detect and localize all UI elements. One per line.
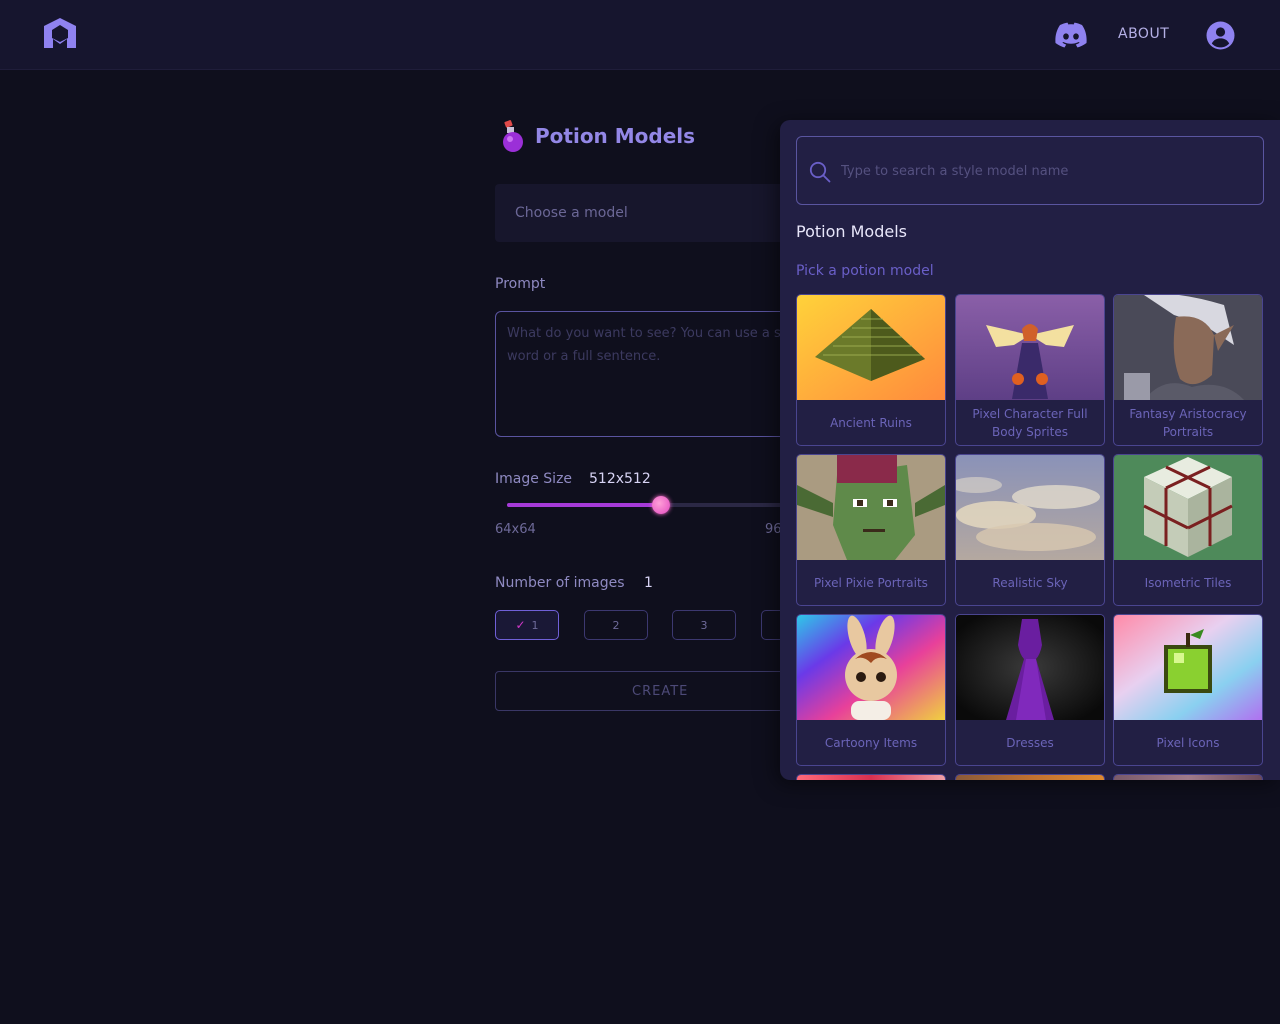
- model-name: Isometric Tiles: [1144, 576, 1232, 590]
- model-picker-popover: Potion Models Pick a potion model Ancien…: [780, 120, 1280, 780]
- popover-title: Potion Models: [796, 222, 907, 241]
- num-images-value: 1: [644, 575, 653, 591]
- page-title: Potion Models: [535, 124, 696, 148]
- model-thumbnail: [1114, 775, 1262, 780]
- count-option-1[interactable]: ✓ 1: [495, 610, 559, 640]
- search-input[interactable]: [841, 157, 1241, 185]
- model-card[interactable]: Pixel Icons: [1113, 614, 1263, 766]
- model-card[interactable]: Fantasy Aristocracy Portraits: [1113, 294, 1263, 446]
- model-name: Cartoony Items: [824, 736, 918, 750]
- model-select[interactable]: Choose a model: [495, 184, 825, 242]
- model-name: Fantasy Aristocracy Portraits: [1129, 407, 1247, 439]
- model-card[interactable]: [1113, 774, 1263, 780]
- popover-subtitle: Pick a potion model: [796, 263, 934, 279]
- create-button[interactable]: CREATE: [495, 671, 825, 711]
- model-search[interactable]: [796, 136, 1264, 205]
- model-thumbnail: [956, 615, 1104, 720]
- model-card[interactable]: Dresses: [955, 614, 1105, 766]
- count-option-label: 2: [612, 618, 620, 632]
- model-card[interactable]: Cartoony Items: [796, 614, 946, 766]
- model-card[interactable]: [955, 774, 1105, 780]
- account-icon[interactable]: [1206, 21, 1235, 50]
- logo-icon[interactable]: [42, 17, 78, 49]
- model-thumbnail: [1114, 455, 1262, 560]
- count-option-3[interactable]: 3: [672, 610, 736, 640]
- model-thumbnail: [956, 775, 1104, 780]
- num-images-label: Number of images: [495, 575, 625, 591]
- model-thumbnail: [797, 455, 945, 560]
- model-name: Ancient Ruins: [830, 416, 912, 430]
- model-thumbnail: [1114, 295, 1262, 400]
- model-select-placeholder: Choose a model: [515, 205, 628, 221]
- count-option-label: 3: [700, 618, 708, 632]
- model-thumbnail: [797, 615, 945, 720]
- model-card[interactable]: [796, 774, 946, 780]
- image-size-value: 512x512: [589, 471, 651, 487]
- model-name: Pixel Character Full Body Sprites: [972, 407, 1088, 439]
- model-card[interactable]: Pixel Pixie Portraits: [796, 454, 946, 606]
- top-bar: ABOUT: [0, 0, 1280, 70]
- discord-icon[interactable]: [1055, 22, 1087, 48]
- model-name: Pixel Pixie Portraits: [814, 576, 928, 590]
- model-card[interactable]: Pixel Character Full Body Sprites: [955, 294, 1105, 446]
- count-option-label: 1: [531, 618, 539, 632]
- slider-fill: [507, 503, 661, 507]
- model-name: Pixel Icons: [1156, 736, 1220, 750]
- model-card[interactable]: Realistic Sky: [955, 454, 1105, 606]
- about-link[interactable]: ABOUT: [1118, 26, 1169, 42]
- search-icon: [809, 161, 831, 183]
- prompt-input[interactable]: [495, 311, 825, 437]
- model-card[interactable]: Isometric Tiles: [1113, 454, 1263, 606]
- model-thumbnail: [797, 295, 945, 400]
- model-card[interactable]: Ancient Ruins: [796, 294, 946, 446]
- slider-thumb[interactable]: [651, 496, 670, 514]
- model-name: Dresses: [1006, 736, 1054, 750]
- model-thumbnail: [956, 455, 1104, 560]
- model-thumbnail: [956, 295, 1104, 400]
- model-name: Realistic Sky: [992, 576, 1068, 590]
- form-title-row: Potion Models: [497, 118, 695, 154]
- slider-min-label: 64x64: [495, 522, 536, 537]
- count-option-2[interactable]: 2: [584, 610, 648, 640]
- model-thumbnail: [797, 775, 945, 780]
- model-thumbnail: [1114, 615, 1262, 720]
- image-size-label: Image Size: [495, 471, 573, 487]
- prompt-label: Prompt: [495, 276, 546, 292]
- potion-icon: [503, 120, 523, 152]
- check-icon: ✓: [515, 618, 526, 632]
